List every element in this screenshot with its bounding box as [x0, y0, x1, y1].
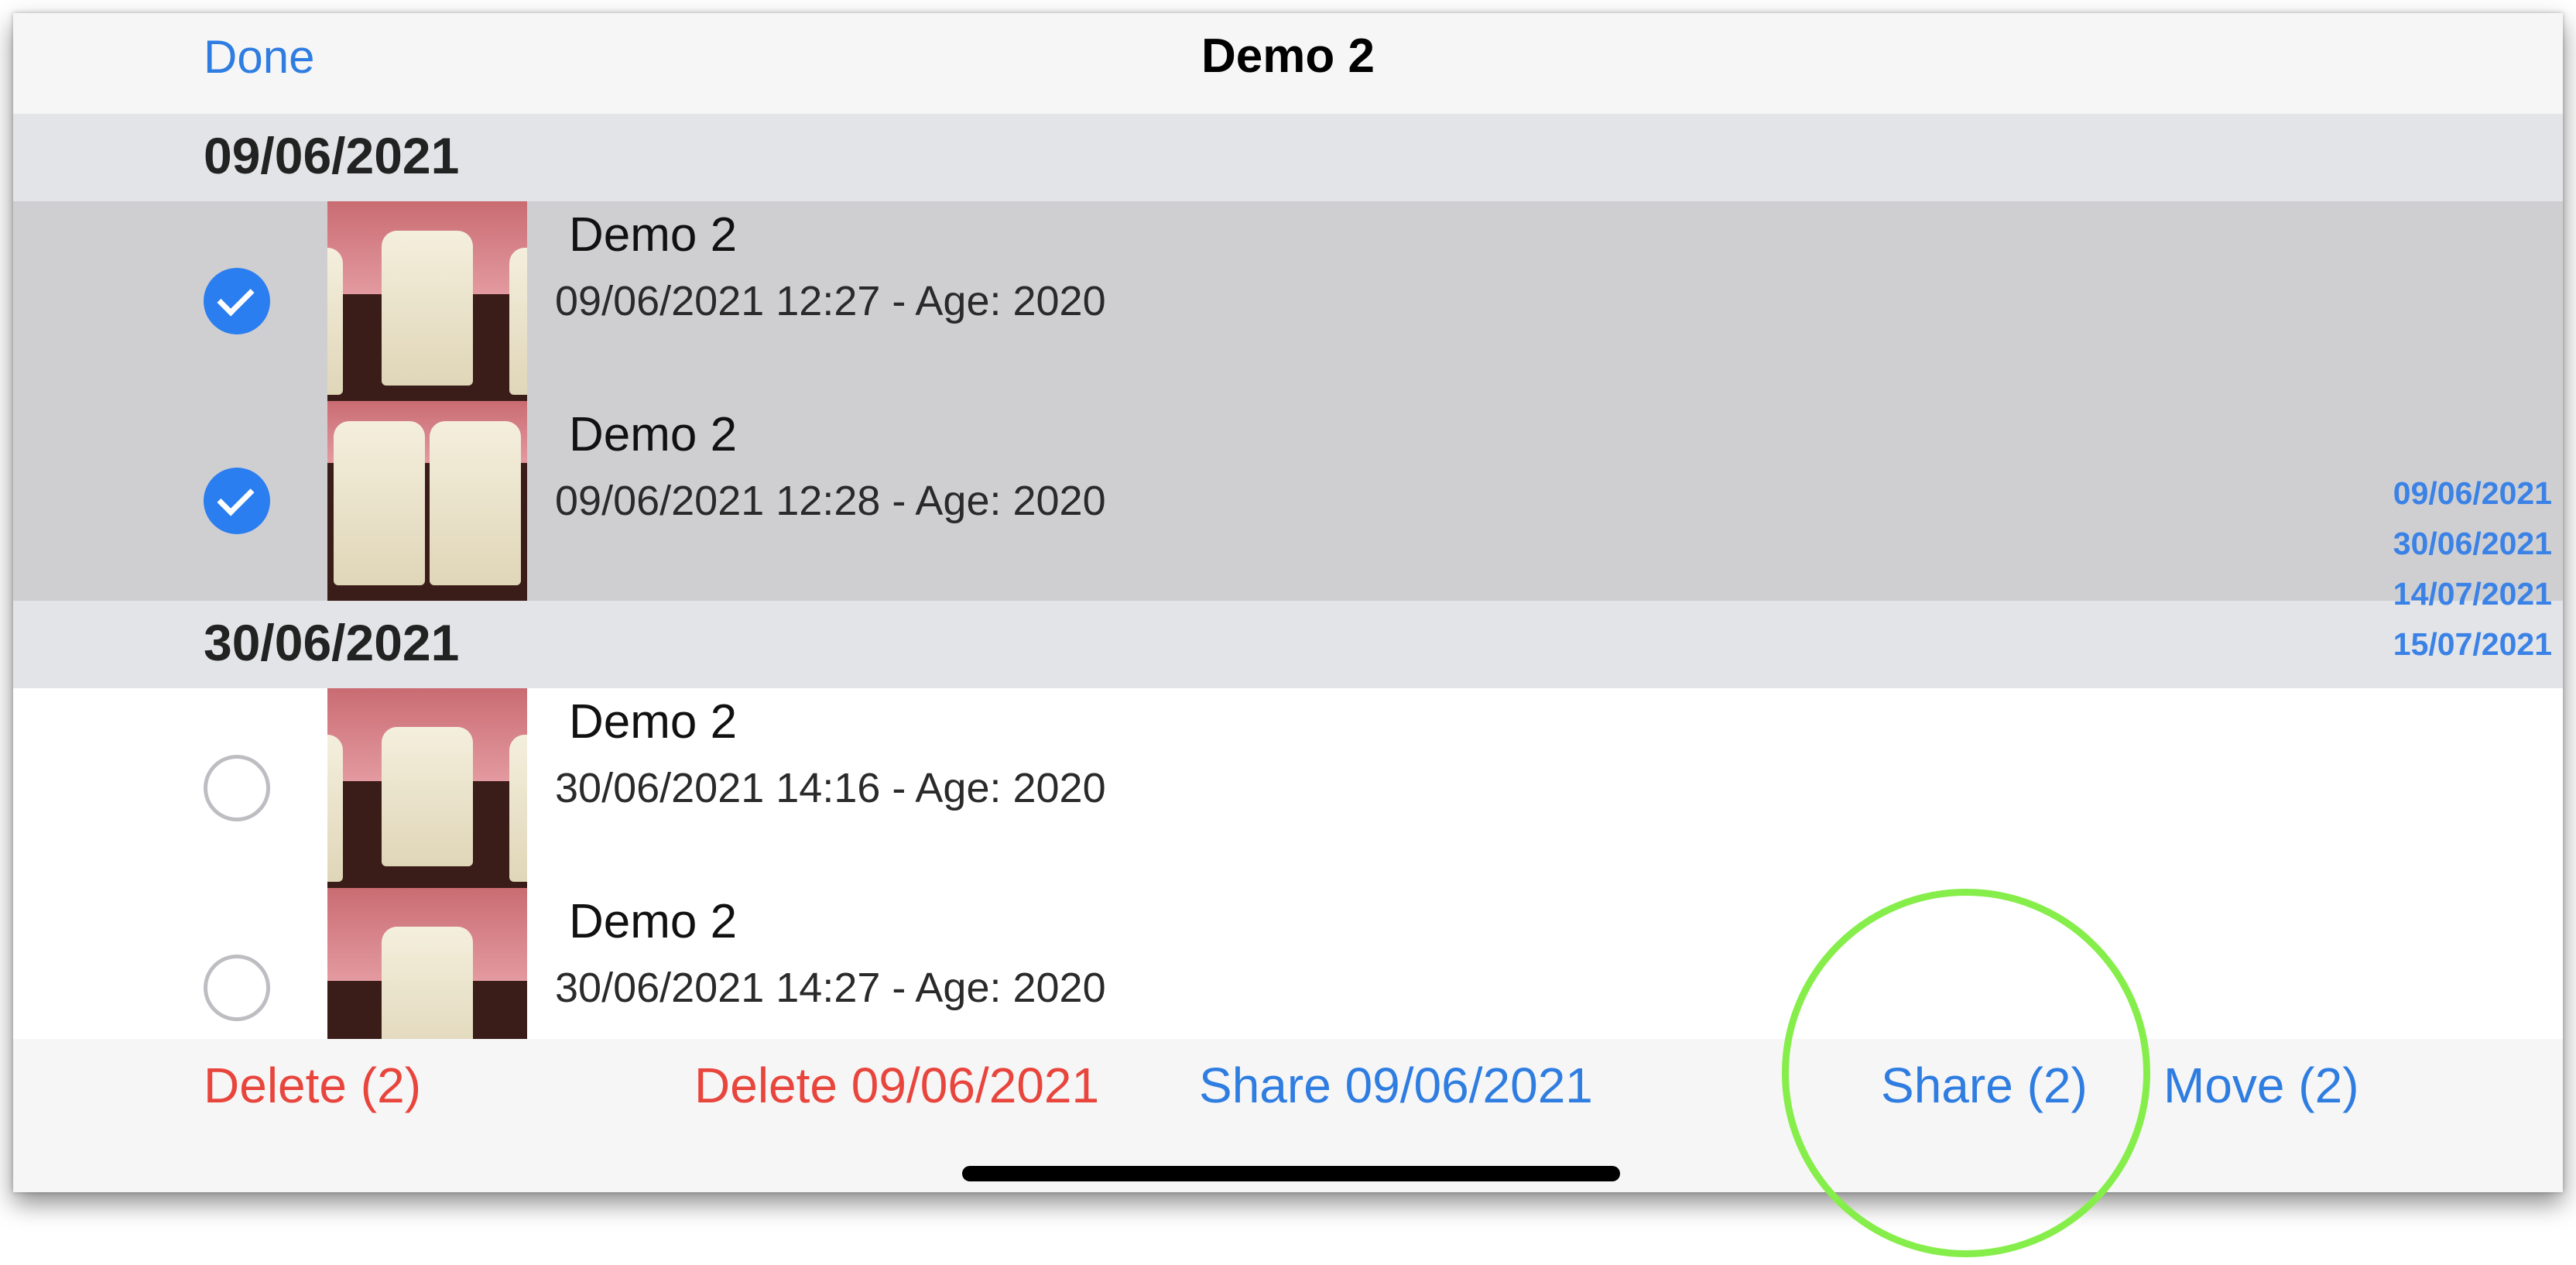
- share-date-button[interactable]: Share 09/06/2021: [1199, 1057, 1593, 1114]
- section-index-item[interactable]: 09/06/2021: [2351, 468, 2552, 519]
- section-index-item[interactable]: 14/07/2021: [2351, 569, 2552, 619]
- photo-list[interactable]: 09/06/2021 Demo 2 09/06/2021 12:27 - Age…: [13, 114, 2563, 1039]
- navigation-bar: Done Demo 2: [13, 13, 2563, 114]
- item-title: Demo 2: [569, 695, 738, 749]
- list-item[interactable]: Demo 2 30/06/2021 14:27 - Age: 2020: [13, 888, 2563, 1039]
- section-header: 30/06/2021: [13, 601, 2563, 688]
- page-title: Demo 2: [1201, 29, 1375, 83]
- move-selected-button[interactable]: Move (2): [2163, 1057, 2359, 1114]
- section-index[interactable]: 09/06/2021 30/06/2021 14/07/2021 15/07/2…: [2351, 468, 2552, 670]
- item-subtitle: 09/06/2021 12:27 - Age: 2020: [555, 278, 1106, 324]
- section-date: 09/06/2021: [204, 127, 460, 184]
- photo-thumbnail: [327, 201, 527, 401]
- checkmark-unselected-icon[interactable]: [204, 955, 270, 1021]
- list-item[interactable]: Demo 2 09/06/2021 12:28 - Age: 2020: [13, 401, 2563, 601]
- item-subtitle: 30/06/2021 14:16 - Age: 2020: [555, 765, 1106, 811]
- item-title: Demo 2: [569, 408, 738, 461]
- item-subtitle: 30/06/2021 14:27 - Age: 2020: [555, 965, 1106, 1011]
- photo-thumbnail: [327, 888, 527, 1039]
- checkmark-selected-icon[interactable]: [204, 268, 270, 334]
- section-index-item[interactable]: 30/06/2021: [2351, 519, 2552, 569]
- checkmark-selected-icon[interactable]: [204, 468, 270, 534]
- home-indicator: [962, 1166, 1620, 1181]
- checkmark-unselected-icon[interactable]: [204, 755, 270, 821]
- share-selected-button[interactable]: Share (2): [1881, 1057, 2088, 1114]
- app-window: Done Demo 2 09/06/2021 Demo 2 09/06/2021…: [13, 13, 2563, 1192]
- item-subtitle: 09/06/2021 12:28 - Age: 2020: [555, 478, 1106, 524]
- item-title: Demo 2: [569, 895, 738, 948]
- bottom-toolbar: Delete (2) Delete 09/06/2021 Share 09/06…: [13, 1039, 2563, 1192]
- list-item[interactable]: Demo 2 30/06/2021 14:16 - Age: 2020: [13, 688, 2563, 888]
- photo-thumbnail: [327, 401, 527, 601]
- delete-selected-button[interactable]: Delete (2): [204, 1057, 421, 1114]
- delete-date-button[interactable]: Delete 09/06/2021: [694, 1057, 1099, 1114]
- section-date: 30/06/2021: [204, 614, 460, 671]
- list-item[interactable]: Demo 2 09/06/2021 12:27 - Age: 2020: [13, 201, 2563, 401]
- item-title: Demo 2: [569, 208, 738, 262]
- section-header: 09/06/2021: [13, 114, 2563, 201]
- section-index-item[interactable]: 15/07/2021: [2351, 619, 2552, 670]
- photo-thumbnail: [327, 688, 527, 888]
